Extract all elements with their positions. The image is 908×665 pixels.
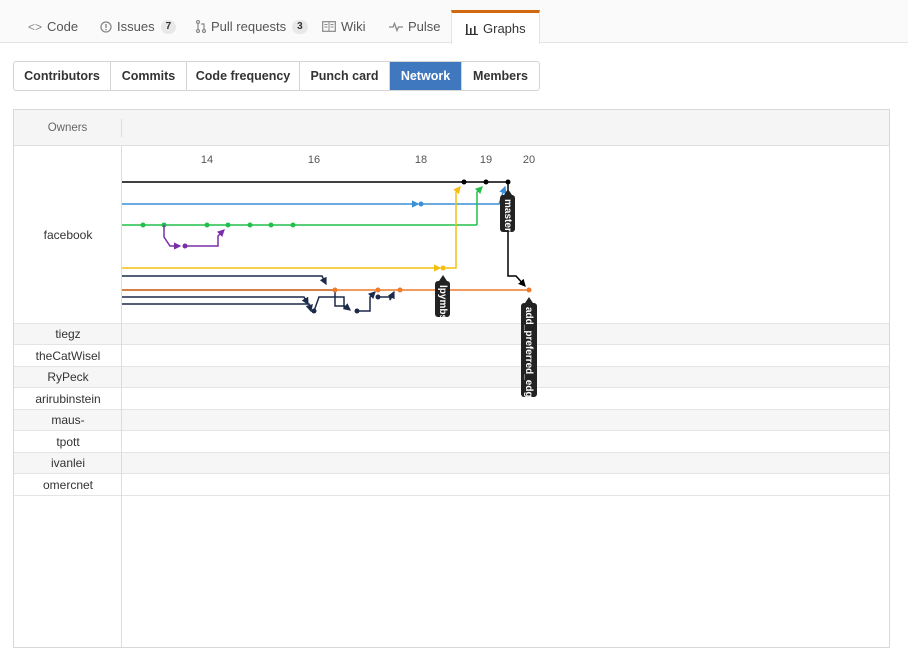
date-label: 16: [308, 154, 320, 166]
tab-code[interactable]: <> Code: [28, 10, 78, 43]
tab-graphs-label: Graphs: [483, 21, 526, 36]
tab-code-label: Code: [47, 19, 79, 34]
branch-line-yellow: [122, 186, 461, 272]
branch-line-purple: [163, 225, 225, 250]
tab-wiki-label: Wiki: [341, 19, 366, 34]
date-label: 19: [480, 154, 492, 166]
branch-tag-label: add_preferred_edge: [523, 307, 534, 404]
date-label: 14: [201, 154, 213, 166]
branch-line-green: [122, 186, 483, 228]
issues-counter: 7: [160, 19, 177, 34]
branch-tag-label: master: [502, 199, 513, 232]
branch-line-blue: [122, 185, 507, 208]
subnav-network[interactable]: Network: [390, 62, 462, 90]
network-graph[interactable]: 14 16 18 19 20 master lpymbs add_preferr…: [14, 110, 890, 648]
date-label: 20: [523, 154, 535, 166]
branch-line-master: [122, 179, 526, 287]
subnav-commits[interactable]: Commits: [111, 62, 187, 90]
graph-icon: [465, 23, 478, 35]
issue-icon: [100, 20, 112, 33]
branch-tag-label: lpymbs: [437, 285, 448, 320]
subnav-contributors[interactable]: Contributors: [14, 62, 111, 90]
graphs-subnav: Contributors Commits Code frequency Punc…: [13, 61, 540, 91]
book-icon: [322, 21, 336, 32]
repo-nav: <> Code Issues 7 Pull requests 3 Wiki Pu…: [0, 0, 908, 44]
code-icon: <>: [28, 19, 43, 34]
branch-tag-lpymbs[interactable]: lpymbs: [435, 275, 450, 320]
date-label: 18: [415, 154, 427, 166]
tab-pull-requests[interactable]: Pull requests 3: [196, 10, 308, 43]
tab-issues-label: Issues: [117, 19, 155, 34]
subnav-code-frequency[interactable]: Code frequency: [187, 62, 300, 90]
tab-pull-requests-label: Pull requests: [211, 19, 287, 34]
branch-line-navy: [122, 275, 395, 314]
subnav-members[interactable]: Members: [462, 62, 539, 90]
tab-pulse[interactable]: Pulse: [389, 10, 441, 43]
tab-wiki[interactable]: Wiki: [322, 10, 366, 43]
tab-issues[interactable]: Issues 7: [100, 10, 177, 43]
tab-pulse-label: Pulse: [408, 19, 441, 34]
branch-tag-master[interactable]: master: [500, 189, 515, 232]
network-graph-panel[interactable]: Owners facebook tiegz theCatWisel RyPeck…: [13, 109, 890, 648]
branch-tag-add-preferred-edge[interactable]: add_preferred_edge: [521, 297, 537, 404]
tab-graphs[interactable]: Graphs: [451, 10, 540, 44]
subnav-punch-card[interactable]: Punch card: [300, 62, 390, 90]
pull-requests-counter: 3: [292, 19, 308, 34]
pulse-icon: [389, 21, 403, 32]
pull-request-icon: [196, 20, 206, 33]
branch-line-orange: [122, 287, 532, 293]
